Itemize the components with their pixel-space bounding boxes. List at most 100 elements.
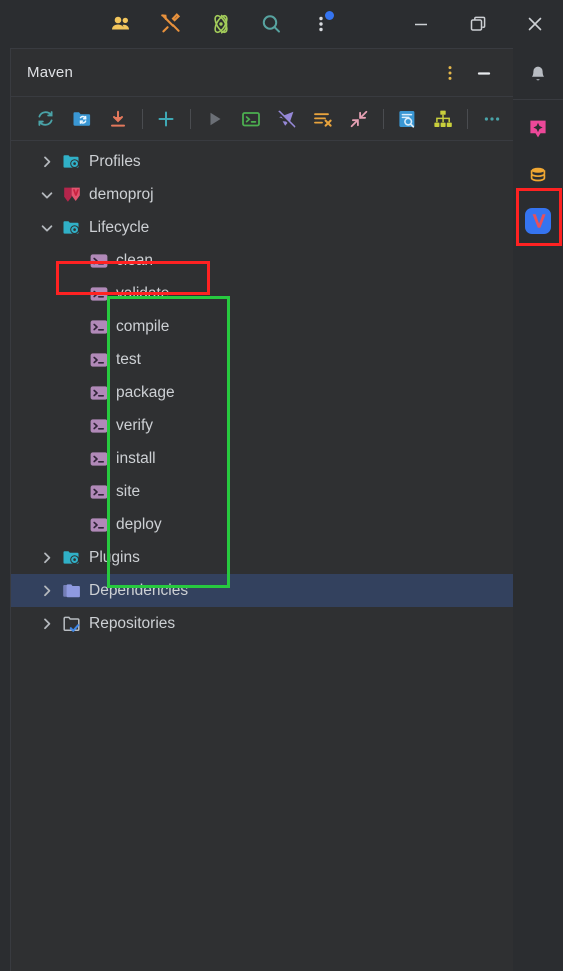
- chevron-down-icon[interactable]: [39, 220, 55, 236]
- search-icon[interactable]: [246, 1, 296, 47]
- tree-node-label: clean: [116, 251, 154, 269]
- restore-window-button[interactable]: [449, 1, 506, 47]
- right-tool-rail: [513, 48, 563, 971]
- folder-gear-icon: [62, 218, 82, 238]
- tree-node-label: site: [116, 482, 141, 500]
- tree-arrow-placeholder: [66, 286, 82, 302]
- maven-tool-window: Maven Profiles demoproj Lifecycle clean …: [10, 48, 513, 971]
- maven-tool-window-button[interactable]: [517, 198, 559, 244]
- more-options-button[interactable]: [477, 103, 507, 135]
- tree-node-phase-compile[interactable]: compile: [11, 310, 513, 343]
- show-diagram-button[interactable]: [428, 103, 458, 135]
- page-title: Maven: [27, 64, 74, 81]
- tree-node-label: Plugins: [89, 548, 140, 566]
- tree-node-phase-validate[interactable]: validate: [11, 277, 513, 310]
- maven-toolbar: [11, 97, 513, 141]
- atom-icon[interactable]: [196, 1, 246, 47]
- maven-tool-window-screen: Maven Profiles demoproj Lifecycle clean …: [0, 0, 563, 971]
- chevron-right-icon[interactable]: [39, 616, 55, 632]
- tree-arrow-placeholder: [66, 253, 82, 269]
- terminal-icon: [89, 515, 109, 535]
- close-window-button[interactable]: [506, 1, 563, 47]
- notification-badge-dot: [325, 11, 334, 20]
- show-dependency-analyzer-button[interactable]: [393, 103, 423, 135]
- reload-project-button[interactable]: [31, 103, 61, 135]
- people-icon[interactable]: [96, 1, 146, 47]
- tree-node-repositories[interactable]: Repositories: [11, 607, 513, 640]
- terminal-icon: [89, 449, 109, 469]
- tree-node-label: compile: [116, 317, 170, 335]
- toolbar-separator-3: [382, 108, 384, 129]
- tree-node-label: Repositories: [89, 614, 176, 632]
- tree-node-phase-package[interactable]: package: [11, 376, 513, 409]
- rail-divider: [513, 99, 563, 100]
- tree-node-lifecycle[interactable]: Lifecycle: [11, 211, 513, 244]
- tree-arrow-placeholder: [66, 484, 82, 500]
- panel-options-button[interactable]: [433, 56, 467, 90]
- tree-node-phase-deploy[interactable]: deploy: [11, 508, 513, 541]
- tree-node-label: Profiles: [89, 152, 141, 170]
- tree-node-phase-test[interactable]: test: [11, 343, 513, 376]
- maven-project-icon: [62, 185, 82, 205]
- tree-arrow-placeholder: [66, 517, 82, 533]
- tree-node-phase-site[interactable]: site: [11, 475, 513, 508]
- tree-node-label: validate: [116, 284, 170, 302]
- maven-panel-header: Maven: [11, 49, 513, 97]
- minimize-window-button[interactable]: [392, 1, 449, 47]
- toggle-offline-button[interactable]: [308, 103, 338, 135]
- folder-check-icon: [62, 614, 82, 634]
- ai-assistant-button[interactable]: [517, 106, 559, 152]
- database-button[interactable]: [517, 152, 559, 198]
- execute-maven-goal-button[interactable]: [236, 103, 266, 135]
- chevron-right-icon[interactable]: [39, 583, 55, 599]
- terminal-icon: [89, 284, 109, 304]
- more-vertical-icon[interactable]: [296, 1, 346, 47]
- tree-node-label: verify: [116, 416, 154, 434]
- download-sources-button[interactable]: [103, 103, 133, 135]
- titlebar-icon-group: [96, 1, 346, 47]
- terminal-icon: [89, 350, 109, 370]
- tree-node-label: package: [116, 383, 175, 401]
- collapse-all-button[interactable]: [344, 103, 374, 135]
- run-build-button[interactable]: [200, 103, 230, 135]
- terminal-icon: [89, 482, 109, 502]
- notifications-button[interactable]: [517, 52, 559, 98]
- tree-node-profiles[interactable]: Profiles: [11, 145, 513, 178]
- toolbar-separator: [141, 108, 143, 129]
- terminal-icon: [89, 317, 109, 337]
- tree-node-label: test: [116, 350, 141, 368]
- tree-arrow-placeholder: [66, 418, 82, 434]
- maven-project-tree[interactable]: Profiles demoproj Lifecycle clean validate co…: [11, 141, 513, 640]
- add-plugin-button[interactable]: [152, 103, 182, 135]
- tree-node-label: deploy: [116, 515, 162, 533]
- tree-node-label: demoproj: [89, 185, 154, 203]
- chevron-right-icon[interactable]: [39, 550, 55, 566]
- tree-node-label: Dependencies: [89, 581, 189, 599]
- add-maven-project-button[interactable]: [67, 103, 97, 135]
- folder-gear-icon: [62, 152, 82, 172]
- tree-node-dependencies[interactable]: Dependencies: [11, 574, 513, 607]
- tree-node-phase-verify[interactable]: verify: [11, 409, 513, 442]
- tree-node-phase-clean[interactable]: clean: [11, 244, 513, 277]
- toggle-skip-tests-button[interactable]: [272, 103, 302, 135]
- tree-arrow-placeholder: [66, 352, 82, 368]
- folder-stack-icon: [62, 581, 82, 601]
- panel-hide-button[interactable]: [467, 56, 501, 90]
- chevron-down-icon[interactable]: [39, 187, 55, 203]
- folder-gear-icon: [62, 548, 82, 568]
- panel-header-actions: [433, 56, 513, 90]
- toolbar-separator-2: [190, 108, 192, 129]
- tree-node-phase-install[interactable]: install: [11, 442, 513, 475]
- tree-node-demoproj[interactable]: demoproj: [11, 178, 513, 211]
- terminal-icon: [89, 383, 109, 403]
- window-titlebar: [0, 0, 563, 48]
- terminal-icon: [89, 251, 109, 271]
- tree-arrow-placeholder: [66, 319, 82, 335]
- tree-node-plugins[interactable]: Plugins: [11, 541, 513, 574]
- chevron-right-icon[interactable]: [39, 154, 55, 170]
- tree-node-label: Lifecycle: [89, 218, 150, 236]
- tools-icon[interactable]: [146, 1, 196, 47]
- tree-node-label: install: [116, 449, 156, 467]
- tree-arrow-placeholder: [66, 451, 82, 467]
- toolbar-separator-4: [467, 108, 469, 129]
